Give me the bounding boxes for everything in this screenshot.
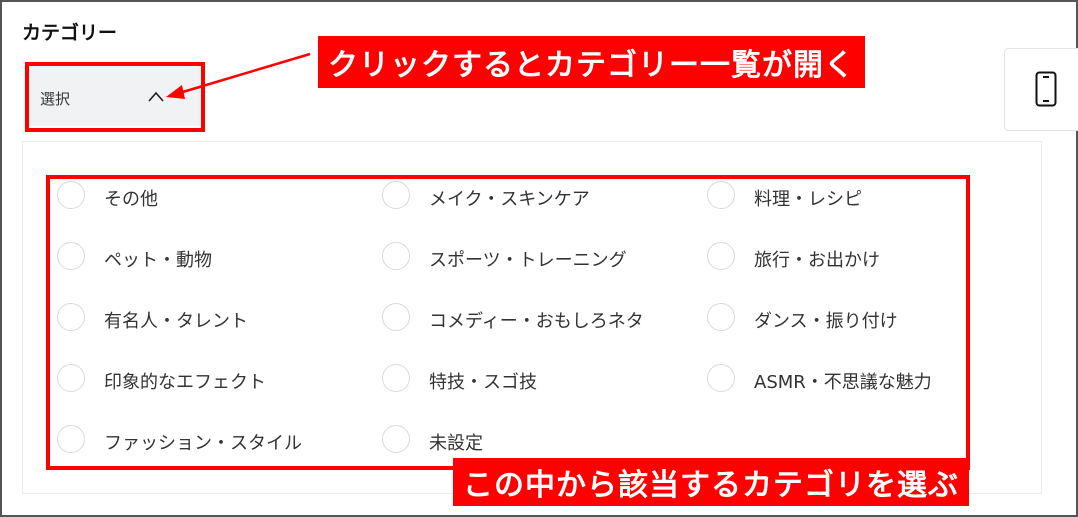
phone-preview-tile[interactable]: [1004, 48, 1078, 131]
radio-button[interactable]: [382, 364, 410, 392]
category-option-label: 印象的なエフェクト: [104, 372, 266, 393]
category-option-label: ダンス・振り付け: [754, 311, 898, 332]
category-option-label: メイク・スキンケア: [429, 189, 590, 210]
smartphone-icon: [1035, 71, 1057, 107]
radio-button[interactable]: [57, 181, 85, 209]
radio-button[interactable]: [382, 425, 410, 453]
category-option-label: ファッション・スタイル: [104, 433, 302, 454]
category-option-label: 有名人・タレント: [104, 311, 248, 332]
annotation-arrow: [166, 52, 311, 99]
radio-button[interactable]: [57, 364, 85, 392]
category-select-value: 選択: [40, 90, 71, 108]
category-option-label: コメディー・おもしろネタ: [429, 311, 644, 332]
category-option-label: 旅行・お出かけ: [754, 250, 880, 271]
category-option-label: ペット・動物: [104, 250, 212, 271]
radio-button[interactable]: [707, 181, 735, 209]
radio-button[interactable]: [382, 242, 410, 270]
radio-button[interactable]: [57, 425, 85, 453]
category-option-label: 未設定: [429, 433, 483, 454]
radio-button[interactable]: [382, 181, 410, 209]
category-option-label: スポーツ・トレーニング: [429, 250, 627, 271]
annotation-callout-list: この中から該当するカテゴリを選ぶ: [453, 458, 969, 506]
category-section-title: カテゴリー: [22, 22, 118, 44]
radio-button[interactable]: [707, 242, 735, 270]
annotation-callout-select: クリックするとカテゴリー一覧が開く: [318, 36, 865, 88]
radio-button[interactable]: [57, 303, 85, 331]
radio-button[interactable]: [57, 242, 85, 270]
category-option-label: 料理・レシピ: [754, 189, 862, 210]
category-option-label: 特技・スゴ技: [429, 372, 537, 393]
radio-button[interactable]: [382, 303, 410, 331]
category-option-label: その他: [104, 189, 158, 210]
radio-button[interactable]: [707, 364, 735, 392]
radio-button[interactable]: [707, 303, 735, 331]
category-option-label: ASMR・不思議な魅力: [754, 372, 932, 393]
